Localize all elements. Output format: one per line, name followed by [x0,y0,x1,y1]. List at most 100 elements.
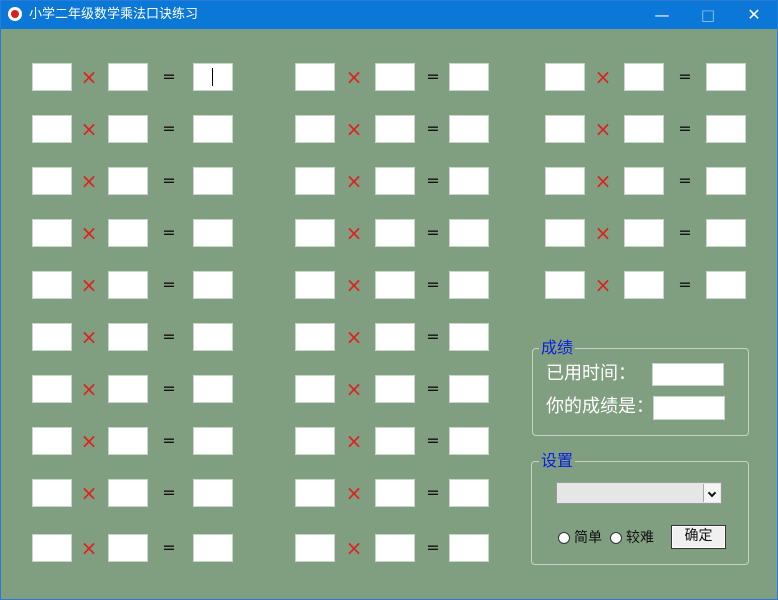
factor-a-input-c2-r9[interactable] [295,479,335,507]
factor-a-input-c2-r4[interactable] [295,219,335,247]
answer-input-c1-r5[interactable] [193,271,233,299]
answer-input-c2-r5[interactable] [449,271,489,299]
equals-symbol-c3-r4: = [678,223,692,242]
factor-a-input-c1-r8[interactable] [32,427,72,455]
elapsed-time-field[interactable] [652,363,724,386]
answer-input-c1-r3[interactable] [193,167,233,195]
easy-radio-label[interactable]: 简单 [574,530,602,546]
factor-b-input-c2-r5[interactable] [375,271,415,299]
confirm-button[interactable]: 确定 [671,525,726,549]
factor-a-input-c1-r3[interactable] [32,167,72,195]
chevron-down-icon[interactable] [703,484,720,502]
answer-input-c2-r8[interactable] [449,427,489,455]
answer-input-c1-r10[interactable] [193,534,233,562]
factor-b-input-c2-r10[interactable] [375,534,415,562]
equals-symbol-c2-r9: = [426,483,440,502]
answer-input-c1-r6[interactable] [193,323,233,351]
factor-a-input-c1-r2[interactable] [32,115,72,143]
factor-b-input-c3-r2[interactable] [624,115,664,143]
equals-symbol-c1-r6: = [162,327,176,346]
factor-a-input-c1-r9[interactable] [32,479,72,507]
factor-b-input-c2-r8[interactable] [375,427,415,455]
answer-input-c2-r2[interactable] [449,115,489,143]
factor-a-input-c3-r2[interactable] [545,115,585,143]
factor-a-input-c3-r3[interactable] [545,167,585,195]
factor-b-input-c1-r3[interactable] [108,167,148,195]
factor-a-input-c2-r1[interactable] [295,63,335,91]
factor-a-input-c2-r5[interactable] [295,271,335,299]
factor-a-input-c3-r4[interactable] [545,219,585,247]
factor-a-input-c1-r7[interactable] [32,375,72,403]
answer-input-c2-r6[interactable] [449,323,489,351]
factor-a-input-c2-r7[interactable] [295,375,335,403]
answer-input-c2-r1[interactable] [449,63,489,91]
factor-a-input-c3-r1[interactable] [545,63,585,91]
factor-b-input-c2-r2[interactable] [375,115,415,143]
factor-b-input-c1-r9[interactable] [108,479,148,507]
factor-b-input-c3-r4[interactable] [624,219,664,247]
factor-b-input-c2-r7[interactable] [375,375,415,403]
factor-a-input-c1-r4[interactable] [32,219,72,247]
score-field[interactable] [653,396,725,420]
title-bar[interactable]: 小学二年级数学乘法口诀练习 — □ ✕ [1,1,777,29]
factor-a-input-c2-r10[interactable] [295,534,335,562]
factor-b-input-c1-r4[interactable] [108,219,148,247]
settings-group-title: 设置 [539,451,576,470]
answer-input-c1-r1[interactable] [193,63,233,91]
answer-input-c2-r3[interactable] [449,167,489,195]
answer-input-c3-r1[interactable] [706,63,746,91]
answer-input-c1-r4[interactable] [193,219,233,247]
factor-b-input-c3-r5[interactable] [624,271,664,299]
answer-input-c1-r2[interactable] [193,115,233,143]
easy-radio[interactable] [558,532,570,544]
factor-b-input-c1-r1[interactable] [108,63,148,91]
factor-b-input-c2-r4[interactable] [375,219,415,247]
factor-a-input-c1-r6[interactable] [32,323,72,351]
answer-input-c1-r9[interactable] [193,479,233,507]
factor-b-input-c1-r7[interactable] [108,375,148,403]
times-symbol-c3-r5: × [594,273,612,297]
factor-b-input-c1-r5[interactable] [108,271,148,299]
minimize-button[interactable]: — [639,1,685,29]
answer-input-c1-r8[interactable] [193,427,233,455]
factor-b-input-c2-r1[interactable] [375,63,415,91]
factor-b-input-c1-r10[interactable] [108,534,148,562]
equals-symbol-c1-r8: = [162,431,176,450]
factor-a-input-c2-r6[interactable] [295,323,335,351]
answer-input-c2-r7[interactable] [449,375,489,403]
difficulty-dropdown[interactable] [556,482,722,504]
answer-input-c2-r10[interactable] [449,534,489,562]
hard-radio[interactable] [610,532,622,544]
answer-input-c3-r4[interactable] [706,219,746,247]
factor-b-input-c3-r3[interactable] [624,167,664,195]
factor-a-input-c2-r8[interactable] [295,427,335,455]
factor-b-input-c2-r3[interactable] [375,167,415,195]
answer-input-c2-r4[interactable] [449,219,489,247]
text-cursor [212,68,213,86]
factor-b-input-c2-r6[interactable] [375,323,415,351]
factor-b-input-c1-r8[interactable] [108,427,148,455]
factor-b-input-c3-r1[interactable] [624,63,664,91]
factor-a-input-c1-r1[interactable] [32,63,72,91]
maximize-button[interactable]: □ [685,1,731,29]
factor-b-input-c1-r2[interactable] [108,115,148,143]
answer-input-c3-r5[interactable] [706,271,746,299]
hard-radio-label[interactable]: 较难 [626,530,654,546]
score-label: 你的成绩是： [546,396,654,417]
factor-a-input-c3-r5[interactable] [545,271,585,299]
factor-a-input-c1-r10[interactable] [32,534,72,562]
answer-input-c3-r3[interactable] [706,167,746,195]
answer-input-c2-r9[interactable] [449,479,489,507]
answer-input-c1-r7[interactable] [193,375,233,403]
factor-a-input-c1-r5[interactable] [32,271,72,299]
app-logo-icon [8,7,22,21]
answer-input-c3-r2[interactable] [706,115,746,143]
score-group [532,348,749,436]
close-button[interactable]: ✕ [731,1,777,29]
equals-symbol-c2-r1: = [426,67,440,86]
factor-b-input-c1-r6[interactable] [108,323,148,351]
factor-b-input-c2-r9[interactable] [375,479,415,507]
times-symbol-c3-r2: × [594,117,612,141]
factor-a-input-c2-r2[interactable] [295,115,335,143]
factor-a-input-c2-r3[interactable] [295,167,335,195]
